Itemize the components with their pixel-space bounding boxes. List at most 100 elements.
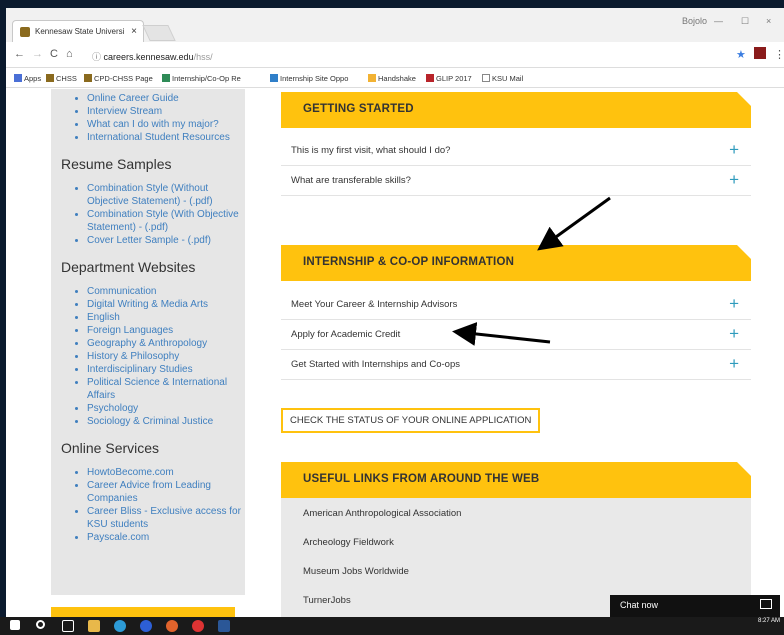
url-field[interactable]: ⓘ careers.kennesaw.edu/hss/	[86, 47, 746, 63]
minimize-button[interactable]: —	[714, 16, 723, 26]
bookmark-chss[interactable]: CHSS	[46, 74, 77, 83]
tab-close-icon[interactable]: ×	[131, 26, 137, 37]
external-link[interactable]: Museum Jobs Worldwide	[303, 562, 751, 591]
resume-list: Combination Style (Without Objective Sta…	[51, 182, 245, 247]
browser-window: Kennesaw State Universi × Bojolo — ☐ × ←…	[6, 8, 784, 617]
expand-plus-icon[interactable]: +	[729, 140, 739, 160]
sidebar-link[interactable]: Career Advice from Leading Companies	[87, 479, 245, 505]
windows-start-icon[interactable]	[10, 620, 20, 630]
url-path: /hss/	[193, 52, 213, 62]
sidebar-link[interactable]: English	[87, 311, 245, 324]
accordion-row[interactable]: Meet Your Career & Internship Advisors +	[281, 290, 751, 320]
sidebar-link[interactable]: International Student Resources	[87, 131, 245, 144]
handshake-icon	[368, 74, 376, 82]
sidebar-link[interactable]: HowtoBecome.com	[87, 466, 245, 479]
bookmark-cpd-chss[interactable]: CPD-CHSS Page	[84, 74, 153, 83]
reload-icon[interactable]: C	[50, 48, 58, 60]
getting-started-banner: GETTING STARTED	[281, 92, 751, 128]
bookmark-glip[interactable]: GLIP 2017	[426, 74, 472, 83]
accordion-row[interactable]: What are transferable skills? +	[281, 166, 751, 196]
bookmarks-bar: Apps CHSS CPD-CHSS Page Internship/Co-Op…	[6, 68, 784, 88]
close-window-button[interactable]: ×	[766, 16, 771, 26]
word-icon[interactable]	[218, 620, 230, 632]
bookmark-handshake[interactable]: Handshake	[368, 74, 416, 83]
menu-icon[interactable]: ⋮	[774, 48, 784, 61]
sidebar-link[interactable]: Psychology	[87, 402, 245, 415]
apps-grid-icon	[14, 74, 22, 82]
bookmark-site-icon	[270, 74, 278, 82]
bookmark-internship-site[interactable]: Internship Site Oppo	[270, 74, 348, 83]
task-view-icon[interactable]	[62, 620, 74, 632]
sidebar-link[interactable]: Cover Letter Sample - (.pdf)	[87, 234, 245, 247]
banner-title: USEFUL LINKS FROM AROUND THE WEB	[303, 473, 540, 485]
sidebar-link[interactable]: Combination Style (Without Objective Sta…	[87, 182, 245, 208]
accordion-row[interactable]: Apply for Academic Credit +	[281, 320, 751, 350]
back-arrow-icon[interactable]: ←	[14, 48, 25, 60]
sidebar: Online Career Guide Interview Stream Wha…	[51, 89, 245, 595]
external-link[interactable]: Archeology Fieldwork	[303, 533, 751, 562]
expand-plus-icon[interactable]: +	[729, 170, 739, 190]
expand-plus-icon[interactable]: +	[729, 354, 739, 374]
banner-title: INTERNSHIP & CO-OP INFORMATION	[303, 256, 515, 268]
ksu-icon	[46, 74, 54, 82]
profile-name[interactable]: Bojolo	[682, 16, 707, 26]
file-explorer-icon[interactable]	[88, 620, 100, 632]
new-tab-button[interactable]	[142, 25, 176, 41]
bookmark-ksu-mail[interactable]: KSU Mail	[482, 74, 523, 83]
sidebar-link[interactable]: Interdisciplinary Studies	[87, 363, 245, 376]
bookmark-star-icon[interactable]: ★	[736, 48, 746, 61]
chat-window-icon[interactable]	[760, 599, 772, 609]
banner-title: GETTING STARTED	[303, 103, 414, 115]
expand-plus-icon[interactable]: +	[729, 324, 739, 344]
ksu-favicon-icon	[20, 27, 30, 37]
sidebar-link[interactable]: Interview Stream	[87, 105, 245, 118]
tab-title: Kennesaw State Universi	[35, 27, 125, 36]
bookmark-apps[interactable]: Apps	[14, 74, 41, 83]
sidebar-link[interactable]: Combination Style (With Objective Statem…	[87, 208, 245, 234]
sidebar-link[interactable]: Online Career Guide	[87, 92, 245, 105]
search-icon[interactable]	[36, 620, 45, 629]
maximize-button[interactable]: ☐	[741, 16, 749, 27]
title-bar: Kennesaw State Universi × Bojolo — ☐ ×	[6, 8, 784, 42]
check-status-button[interactable]: CHECK THE STATUS OF YOUR ONLINE APPLICAT…	[281, 408, 541, 433]
sidebar-link[interactable]: Digital Writing & Media Arts	[87, 298, 245, 311]
external-link[interactable]: American Anthropological Association	[303, 504, 751, 533]
taskbar: 8:27 AM	[0, 617, 784, 635]
edge-icon[interactable]	[140, 620, 152, 632]
flag-icon	[426, 74, 434, 82]
chat-label: Chat now	[620, 600, 659, 610]
sidebar-top-list: Online Career Guide Interview Stream Wha…	[51, 89, 245, 144]
forward-arrow-icon[interactable]: →	[32, 48, 43, 60]
home-icon[interactable]: ⌂	[66, 48, 73, 60]
sidebar-link[interactable]: Career Bliss - Exclusive access for KSU …	[87, 505, 245, 531]
url-host: careers.kennesaw.edu	[103, 52, 194, 62]
bookmark-internship-coop[interactable]: Internship/Co-Op Re	[162, 74, 241, 83]
sidebar-link[interactable]: Political Science & International Affair…	[87, 376, 245, 402]
chrome-icon[interactable]	[192, 620, 204, 632]
sidebar-link[interactable]: History & Philosophy	[87, 350, 245, 363]
app-icon[interactable]	[114, 620, 126, 632]
sidebar-link[interactable]: Geography & Anthropology	[87, 337, 245, 350]
section-heading: Online Services	[61, 440, 160, 456]
extension-icon[interactable]	[754, 47, 766, 59]
accordion-row[interactable]: Get Started with Internships and Co-ops +	[281, 350, 751, 380]
expand-plus-icon[interactable]: +	[729, 294, 739, 314]
accordion-row[interactable]: This is my first visit, what should I do…	[281, 136, 751, 166]
section-heading: Resume Samples	[61, 156, 172, 172]
firefox-icon[interactable]	[166, 620, 178, 632]
info-icon: ⓘ	[92, 52, 104, 62]
department-list: Communication Digital Writing & Media Ar…	[51, 285, 245, 428]
sheet-icon	[162, 74, 170, 82]
sidebar-link[interactable]: Sociology & Criminal Justice	[87, 415, 245, 428]
internship-banner: INTERNSHIP & CO-OP INFORMATION	[281, 245, 751, 281]
sidebar-link[interactable]: Communication	[87, 285, 245, 298]
browser-tab[interactable]: Kennesaw State Universi ×	[12, 20, 144, 42]
taskbar-clock[interactable]: 8:27 AM	[758, 618, 780, 625]
sidebar-link[interactable]: What can I do with my major?	[87, 118, 245, 131]
sidebar-link[interactable]: Foreign Languages	[87, 324, 245, 337]
chat-widget[interactable]: Chat now	[610, 595, 780, 617]
page-content: Online Career Guide Interview Stream Wha…	[6, 89, 784, 617]
online-services-list: HowtoBecome.com Career Advice from Leadi…	[51, 466, 245, 544]
sidebar-link[interactable]: Payscale.com	[87, 531, 245, 544]
page-icon	[482, 74, 490, 82]
